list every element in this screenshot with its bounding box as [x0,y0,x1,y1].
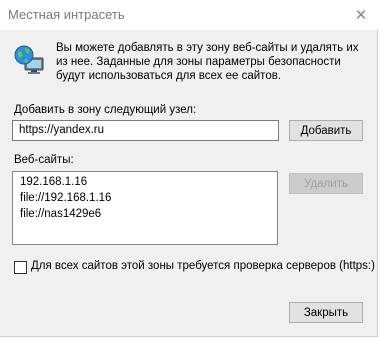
info-description: Вы можете добавлять в эту зону веб-сайты… [56,42,359,82]
add-site-label: Добавить в зону следующий узел: [14,104,197,116]
add-button[interactable]: Добавить [289,120,363,141]
close-icon[interactable]: ✕ [344,0,378,30]
websites-label: Веб-сайты: [14,154,74,166]
close-button[interactable]: Закрыть [289,302,363,323]
websites-list[interactable]: 192.168.1.16 file://192.168.1.16 file://… [12,171,278,245]
remove-button[interactable]: Удалить [289,173,363,194]
list-item[interactable]: 192.168.1.16 [13,174,277,190]
https-checkbox[interactable] [14,261,27,274]
dialog-window: Местная интрасеть ✕ Вы можете добавлять … [0,0,378,337]
add-site-input[interactable]: https://yandex.ru [12,120,279,141]
https-checkbox-label[interactable]: Для всех сайтов этой зоны требуется пров… [31,260,375,272]
title-bar: Местная интрасеть ✕ [0,0,378,30]
list-item[interactable]: file://192.168.1.16 [13,190,277,206]
list-item[interactable]: file://nas1429e6 [13,206,277,222]
globe-computer-icon [14,45,44,74]
window-title: Местная интрасеть [8,7,125,22]
